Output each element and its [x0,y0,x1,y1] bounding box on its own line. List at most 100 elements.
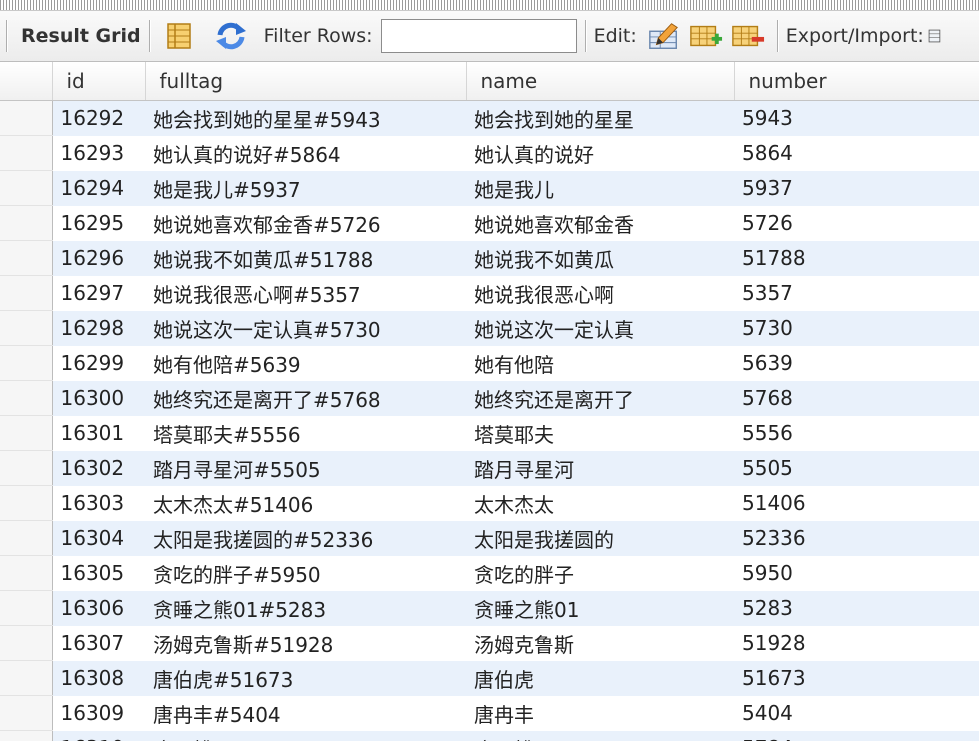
cell-fulltag[interactable]: 唐冉丰#5404 [145,695,466,731]
cell-id[interactable]: 16298 [52,310,145,346]
row-selector[interactable] [0,695,53,731]
cell-fulltag[interactable]: 她会找到她的星星#5943 [145,100,466,136]
cell-fulltag[interactable]: 她说我很恶心啊#5357 [145,275,466,311]
cell-number[interactable]: 5505 [734,450,979,486]
row-selector[interactable] [0,450,53,486]
row-selector[interactable] [0,100,53,136]
cell-name[interactable]: 唐栗排骨 [466,730,734,741]
row-selector[interactable] [0,380,53,416]
cell-id[interactable]: 16310 [52,730,145,741]
row-selector[interactable] [0,240,53,276]
table-row[interactable]: 16299 她有他陪#5639 她有他陪 5639 [0,345,979,381]
cell-id[interactable]: 16302 [52,450,145,486]
cell-id[interactable]: 16305 [52,555,145,591]
cell-number[interactable]: 5639 [734,345,979,381]
table-row[interactable]: 16292 她会找到她的星星#5943 她会找到她的星星 5943 [0,100,979,136]
table-row[interactable]: 16294 她是我儿#5937 她是我儿 5937 [0,170,979,206]
cell-id[interactable]: 16300 [52,380,145,416]
cell-fulltag[interactable]: 贪睡之熊01#5283 [145,590,466,626]
row-selector[interactable] [0,275,53,311]
table-row[interactable]: 16309 唐冉丰#5404 唐冉丰 5404 [0,695,979,731]
cell-fulltag[interactable]: 汤姆克鲁斯#51928 [145,625,466,661]
export-icon[interactable] [928,19,942,53]
cell-id[interactable]: 16293 [52,135,145,171]
cell-fulltag[interactable]: 贪吃的胖子#5950 [145,555,466,591]
filter-rows-input[interactable] [380,19,577,53]
cell-fulltag[interactable]: 她说她喜欢郁金香#5726 [145,205,466,241]
cell-fulltag[interactable]: 踏月寻星河#5505 [145,450,466,486]
row-selector[interactable] [0,345,53,381]
table-row[interactable]: 16308 唐伯虎#51673 唐伯虎 51673 [0,660,979,696]
table-row[interactable]: 16297 她说我很恶心啊#5357 她说我很恶心啊 5357 [0,275,979,311]
cell-number[interactable]: 5768 [734,380,979,416]
cell-name[interactable]: 贪睡之熊01 [466,590,734,626]
cell-id[interactable]: 16307 [52,625,145,661]
cell-name[interactable]: 踏月寻星河 [466,450,734,486]
cell-name[interactable]: 她认真的说好 [466,135,734,171]
table-row[interactable]: 16300 她终究还是离开了#5768 她终究还是离开了 5768 [0,380,979,416]
cell-name[interactable]: 她说这次一定认真 [466,310,734,346]
cell-number[interactable]: 5784 [734,730,979,741]
cell-name[interactable]: 她说我不如黄瓜 [466,240,734,276]
cell-id[interactable]: 16299 [52,345,145,381]
cell-number[interactable]: 5726 [734,205,979,241]
row-selector[interactable] [0,485,53,521]
cell-id[interactable]: 16292 [52,100,145,136]
delete-row-icon[interactable] [731,19,765,53]
table-row[interactable]: 16310唐栗排骨#5784唐栗排骨5784 [0,730,979,741]
cell-id[interactable]: 16303 [52,485,145,521]
cell-id[interactable]: 16294 [52,170,145,206]
row-selector[interactable] [0,625,53,661]
cell-number[interactable]: 5283 [734,590,979,626]
cell-id[interactable]: 16309 [52,695,145,731]
cell-number[interactable]: 51406 [734,485,979,521]
cell-name[interactable]: 她是我儿 [466,170,734,206]
cell-number[interactable]: 5950 [734,555,979,591]
row-selector[interactable] [0,730,53,741]
cell-number[interactable]: 5937 [734,170,979,206]
cell-fulltag[interactable]: 她说这次一定认真#5730 [145,310,466,346]
row-selector-header[interactable] [0,62,53,101]
row-selector[interactable] [0,205,53,241]
table-row[interactable]: 16296 她说我不如黄瓜#51788 她说我不如黄瓜 51788 [0,240,979,276]
row-selector[interactable] [0,135,53,171]
cell-number[interactable]: 51928 [734,625,979,661]
column-header-name[interactable]: name [466,62,735,101]
cell-number[interactable]: 52336 [734,520,979,556]
cell-id[interactable]: 16308 [52,660,145,696]
cell-id[interactable]: 16297 [52,275,145,311]
cell-name[interactable]: 唐冉丰 [466,695,734,731]
cell-id[interactable]: 16304 [52,520,145,556]
cell-fulltag[interactable]: 她是我儿#5937 [145,170,466,206]
row-selector[interactable] [0,590,53,626]
table-row[interactable]: 16301 塔莫耶夫#5556 塔莫耶夫 5556 [0,415,979,451]
cell-number[interactable]: 5943 [734,100,979,136]
column-header-number[interactable]: number [734,62,979,101]
row-selector[interactable] [0,170,53,206]
cell-fulltag[interactable]: 她说我不如黄瓜#51788 [145,240,466,276]
cell-name[interactable]: 贪吃的胖子 [466,555,734,591]
cell-name[interactable]: 太阳是我搓圆的 [466,520,734,556]
cell-name[interactable]: 太木杰太 [466,485,734,521]
add-row-icon[interactable] [689,19,723,53]
cell-number[interactable]: 5357 [734,275,979,311]
cell-fulltag[interactable]: 唐伯虎#51673 [145,660,466,696]
cell-id[interactable]: 16306 [52,590,145,626]
cell-name[interactable]: 汤姆克鲁斯 [466,625,734,661]
cell-name[interactable]: 她终究还是离开了 [466,380,734,416]
row-selector[interactable] [0,555,53,591]
table-row[interactable]: 16306 贪睡之熊01#5283 贪睡之熊01 5283 [0,590,979,626]
cell-fulltag[interactable]: 唐栗排骨#5784 [145,730,466,741]
table-row[interactable]: 16298 她说这次一定认真#5730 她说这次一定认真 5730 [0,310,979,346]
cell-number[interactable]: 5404 [734,695,979,731]
cell-name[interactable]: 她说她喜欢郁金香 [466,205,734,241]
cell-fulltag[interactable]: 塔莫耶夫#5556 [145,415,466,451]
cell-number[interactable]: 5864 [734,135,979,171]
edit-pencil-icon[interactable] [647,19,681,53]
row-selector[interactable] [0,660,53,696]
table-row[interactable]: 16302 踏月寻星河#5505 踏月寻星河 5505 [0,450,979,486]
cell-fulltag[interactable]: 她终究还是离开了#5768 [145,380,466,416]
cell-name[interactable]: 她会找到她的星星 [466,100,734,136]
row-selector[interactable] [0,415,53,451]
row-selector[interactable] [0,310,53,346]
